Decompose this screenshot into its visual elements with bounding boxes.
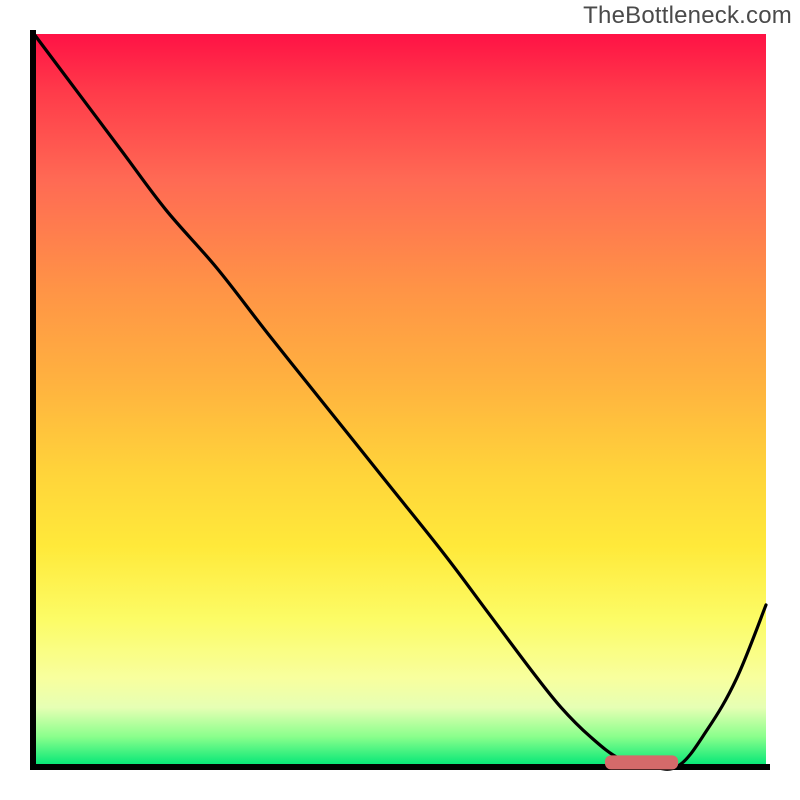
optimal-range-marker (605, 755, 678, 769)
watermark-text: TheBottleneck.com (583, 2, 792, 30)
bottleneck-curve (34, 34, 766, 769)
chart-overlay (34, 34, 766, 766)
chart-container: TheBottleneck.com (0, 0, 800, 800)
